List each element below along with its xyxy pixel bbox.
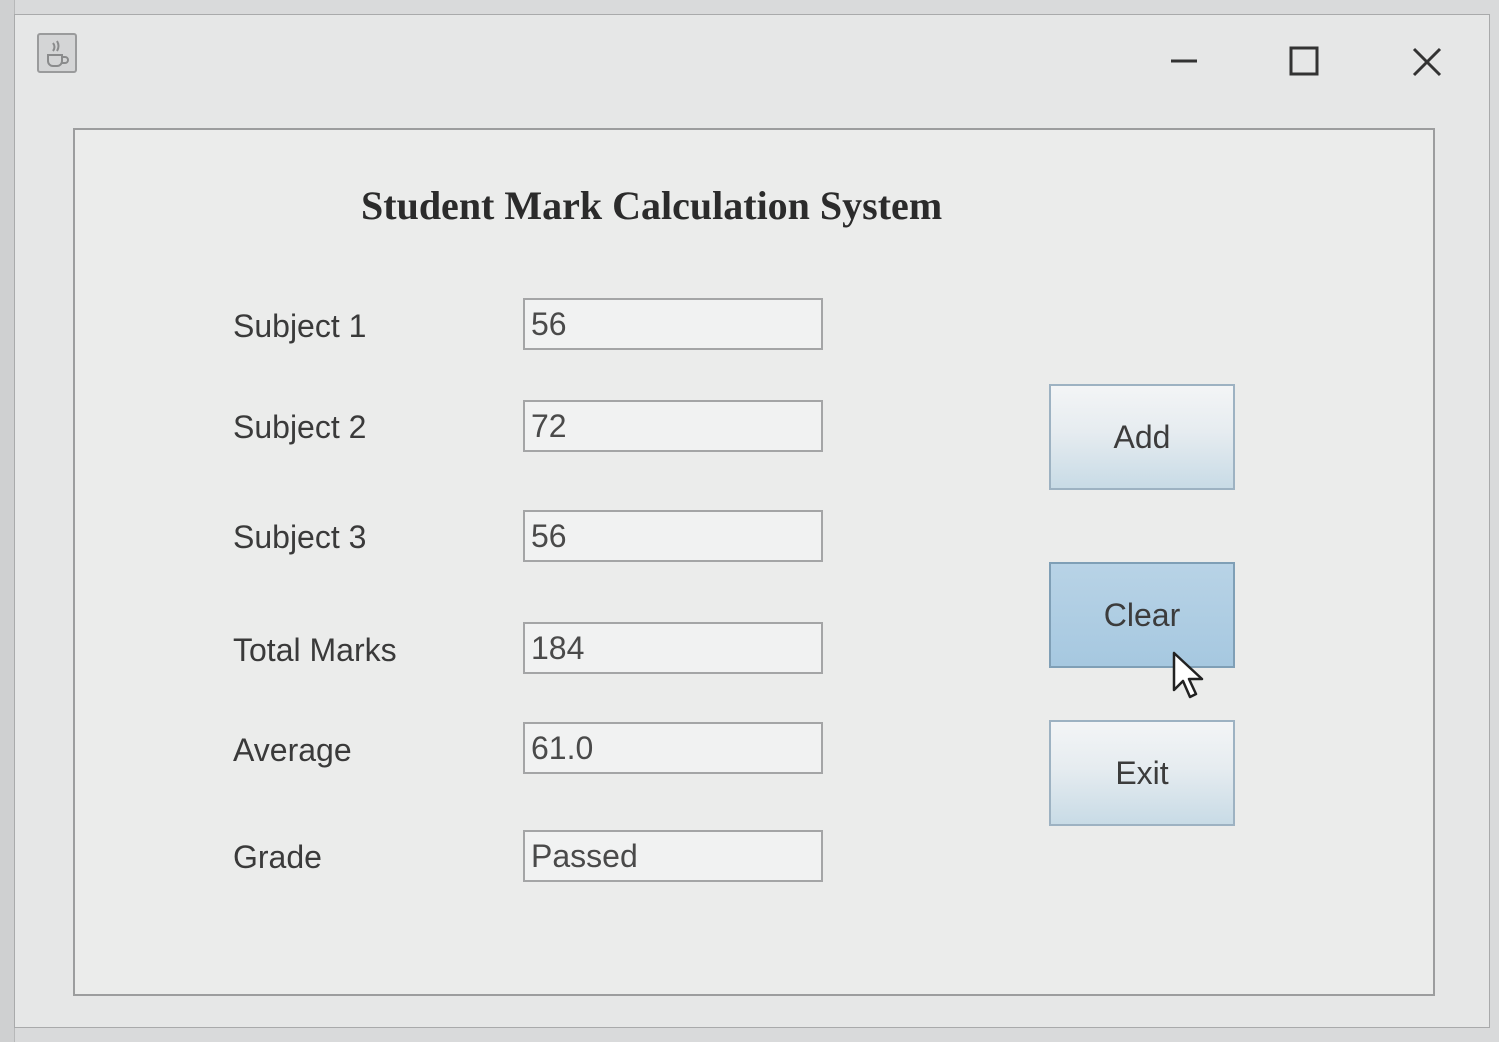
average-field[interactable]: [523, 722, 823, 774]
add-button[interactable]: Add: [1049, 384, 1235, 490]
exit-button[interactable]: Exit: [1049, 720, 1235, 826]
subject-1-label: Subject 1: [233, 308, 367, 344]
title-bar: [15, 15, 1489, 111]
average-label: Average: [233, 732, 352, 768]
minimize-button[interactable]: [1159, 37, 1207, 85]
subject-2-input[interactable]: [523, 400, 823, 452]
java-coffee-cup-icon: [37, 33, 77, 73]
form-panel: Student Mark Calculation System Subject …: [73, 128, 1435, 996]
close-button[interactable]: [1402, 37, 1450, 85]
page-title: Student Mark Calculation System: [361, 183, 943, 228]
clear-button[interactable]: Clear: [1049, 562, 1235, 668]
subject-2-label: Subject 2: [233, 409, 367, 445]
app-window: Student Mark Calculation System Subject …: [14, 14, 1490, 1028]
background-window-edge: [0, 0, 15, 1042]
grade-field[interactable]: [523, 830, 823, 882]
close-icon: [1412, 47, 1442, 77]
maximize-icon: [1289, 46, 1319, 76]
minimize-icon: [1171, 59, 1197, 63]
subject-3-input[interactable]: [523, 510, 823, 562]
subject-3-label: Subject 3: [233, 519, 367, 555]
maximize-button[interactable]: [1279, 37, 1327, 85]
grade-label: Grade: [233, 839, 322, 875]
total-marks-field[interactable]: [523, 622, 823, 674]
subject-1-input[interactable]: [523, 298, 823, 350]
total-marks-label: Total Marks: [233, 632, 397, 668]
